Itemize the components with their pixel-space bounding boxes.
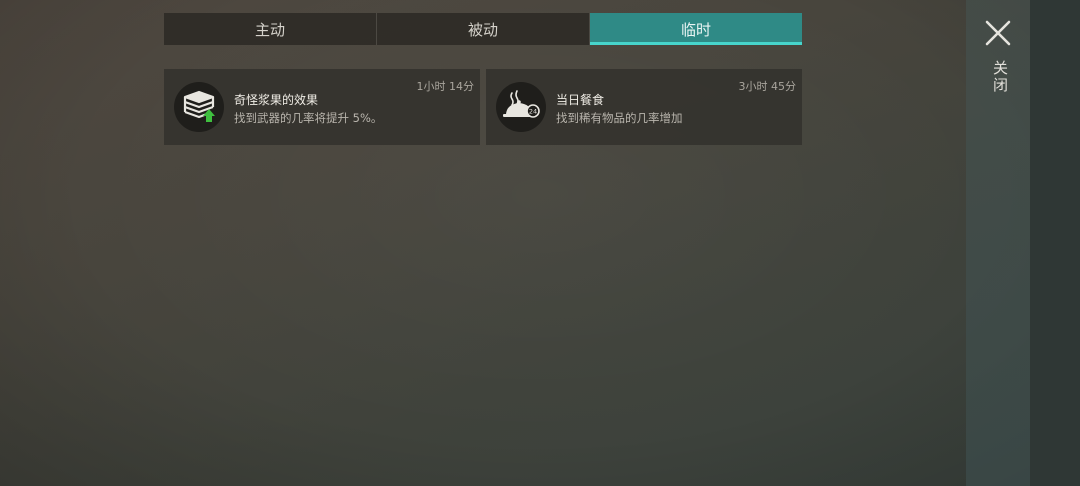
buff-time-remaining: 3小时 45分: [738, 80, 797, 93]
close-label: 关闭: [991, 60, 1009, 94]
buff-tabs: 主动 被动 临时: [164, 13, 802, 45]
tab-passive[interactable]: 被动: [377, 13, 590, 45]
books-upgrade-icon: [174, 82, 224, 132]
buff-description: 找到武器的几率将提升 5%。: [234, 111, 383, 125]
tab-temporary-label: 临时: [680, 20, 711, 39]
buff-time-remaining: 1小时 14分: [416, 80, 475, 93]
tab-active-label: 主动: [254, 20, 285, 39]
tab-passive-label: 被动: [467, 20, 498, 39]
close-icon: [985, 20, 1011, 46]
buff-description: 找到稀有物品的几率增加: [556, 111, 683, 125]
buff-screen: 主动 被动 临时 奇怪浆果的效果 找到武器的几率将提升 5%。 1小时 14分 …: [0, 0, 1080, 486]
buff-card-strange-berry[interactable]: 奇怪浆果的效果 找到武器的几率将提升 5%。 1小时 14分: [164, 69, 480, 145]
tab-temporary[interactable]: 临时: [590, 13, 802, 45]
food-cloche-24h-icon: 24: [496, 82, 546, 132]
screen-edge-strip: [1030, 0, 1080, 486]
buff-card-daily-meal[interactable]: 24 当日餐食 找到稀有物品的几率增加 3小时 45分: [486, 69, 802, 145]
svg-text:24: 24: [529, 108, 537, 116]
buff-title: 当日餐食: [556, 93, 605, 107]
tab-active[interactable]: 主动: [164, 13, 377, 45]
buff-title: 奇怪浆果的效果: [234, 93, 319, 107]
close-button[interactable]: 关闭: [978, 14, 1018, 104]
